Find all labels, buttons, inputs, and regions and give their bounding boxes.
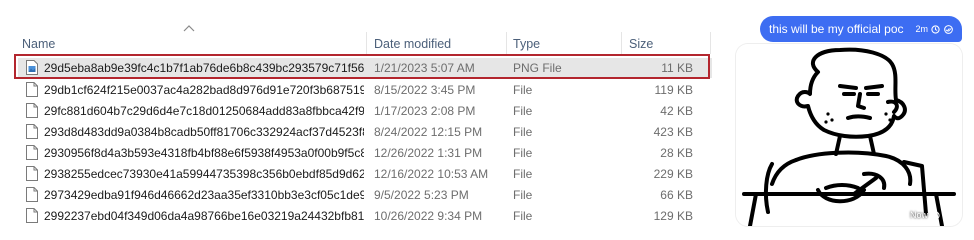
message-bubble[interactable]: this will be my official poc 2m — [760, 16, 962, 42]
file-icon — [26, 166, 38, 181]
file-name: 2973429edba91f946d46662d23aa35ef3310bb3e… — [44, 188, 364, 202]
file-row[interactable]: 29fc881d604b7c29d6d4e7c18d01250684add83a… — [18, 101, 712, 121]
column-header-size[interactable]: Size — [629, 37, 653, 51]
file-icon — [26, 124, 38, 139]
chat-panel: this will be my official poc 2m Now — [722, 0, 974, 240]
file-date-modified: 12/16/2022 10:53 AM — [374, 167, 489, 181]
column-divider[interactable] — [621, 32, 622, 54]
file-row[interactable]: 2973429edba91f946d46662d23aa35ef3310bb3e… — [18, 185, 712, 205]
file-type: File — [513, 146, 533, 160]
file-type: File — [513, 209, 533, 223]
message-meta: 2m — [915, 24, 954, 34]
file-row[interactable]: 2938255edcec73930e41a59944735398c356b0eb… — [18, 164, 712, 184]
file-explorer: Name Date modified Type Size 29d5eba8ab9… — [0, 0, 720, 240]
column-divider[interactable] — [366, 32, 367, 54]
sort-ascending-icon[interactable] — [183, 24, 195, 32]
file-date-modified: 12/26/2022 1:31 PM — [374, 146, 483, 160]
file-size: 129 KB — [653, 209, 693, 223]
file-row[interactable]: 2930956f8d4a3b593e4318fb4bf88e6f5938f495… — [18, 143, 712, 163]
file-name: 29db1cf624f215e0037ac4a282bad8d976d91e72… — [44, 83, 364, 97]
file-size: 11 KB — [661, 61, 693, 75]
file-type: PNG File — [513, 61, 562, 75]
file-name: 2992237ebd04f349d06da4a98766be16e03219a2… — [44, 209, 364, 223]
file-icon — [26, 187, 38, 202]
file-size: 66 KB — [660, 188, 693, 202]
image-message-time: Now — [909, 210, 928, 220]
file-size: 42 KB — [660, 104, 693, 118]
file-row[interactable]: 29db1cf624f215e0037ac4a282bad8d976d91e72… — [18, 80, 712, 100]
rage-comic-drawing — [736, 44, 962, 226]
png-file-icon — [26, 60, 38, 75]
file-size: 119 KB — [654, 83, 693, 97]
file-type: File — [513, 188, 533, 202]
column-header-row: Name Date modified Type Size — [0, 32, 720, 54]
file-icon — [26, 145, 38, 160]
file-icon — [26, 103, 38, 118]
file-name: 293d8d483dd9a0384b8cadb50ff81706c332924a… — [44, 125, 364, 139]
read-receipt-icon — [944, 24, 953, 34]
read-receipt-icon — [944, 210, 953, 220]
file-date-modified: 1/17/2023 2:08 PM — [374, 104, 476, 118]
file-row[interactable]: 293d8d483dd9a0384b8cadb50ff81706c332924a… — [18, 122, 712, 142]
image-message[interactable]: Now — [736, 44, 962, 226]
image-message-meta: Now — [910, 210, 954, 220]
file-row-selected[interactable]: 29d5eba8ab9e39fc4c1b7f1ab76de6b8c439bc29… — [18, 58, 712, 78]
file-icon — [26, 208, 38, 223]
file-size: 423 KB — [653, 125, 693, 139]
file-name: 29d5eba8ab9e39fc4c1b7f1ab76de6b8c439bc29… — [44, 61, 364, 75]
file-type: File — [513, 83, 533, 97]
column-divider[interactable] — [710, 32, 711, 54]
file-date-modified: 8/15/2022 3:45 PM — [374, 83, 476, 97]
file-type: File — [513, 125, 533, 139]
column-header-name[interactable]: Name — [22, 37, 55, 51]
column-header-type[interactable]: Type — [513, 37, 540, 51]
clock-icon — [931, 24, 940, 34]
file-type: File — [513, 167, 533, 181]
message-text: this will be my official poc — [769, 22, 904, 36]
file-icon — [26, 82, 38, 97]
file-date-modified: 8/24/2022 12:15 PM — [374, 125, 483, 139]
file-name: 2938255edcec73930e41a59944735398c356b0eb… — [44, 167, 364, 181]
file-size: 28 KB — [660, 146, 693, 160]
file-name: 2930956f8d4a3b593e4318fb4bf88e6f5938f495… — [44, 146, 364, 160]
file-date-modified: 1/21/2023 5:07 AM — [374, 61, 475, 75]
file-row[interactable]: 2992237ebd04f349d06da4a98766be16e03219a2… — [18, 206, 712, 226]
file-name: 29fc881d604b7c29d6d4e7c18d01250684add83a… — [44, 104, 364, 118]
file-size: 229 KB — [653, 167, 693, 181]
file-date-modified: 10/26/2022 9:34 PM — [374, 209, 483, 223]
message-time: 2m — [915, 24, 928, 34]
column-header-date-modified[interactable]: Date modified — [374, 37, 451, 51]
clock-icon — [931, 210, 940, 220]
column-divider[interactable] — [506, 32, 507, 54]
file-date-modified: 9/5/2022 5:23 PM — [374, 188, 469, 202]
file-type: File — [513, 104, 533, 118]
